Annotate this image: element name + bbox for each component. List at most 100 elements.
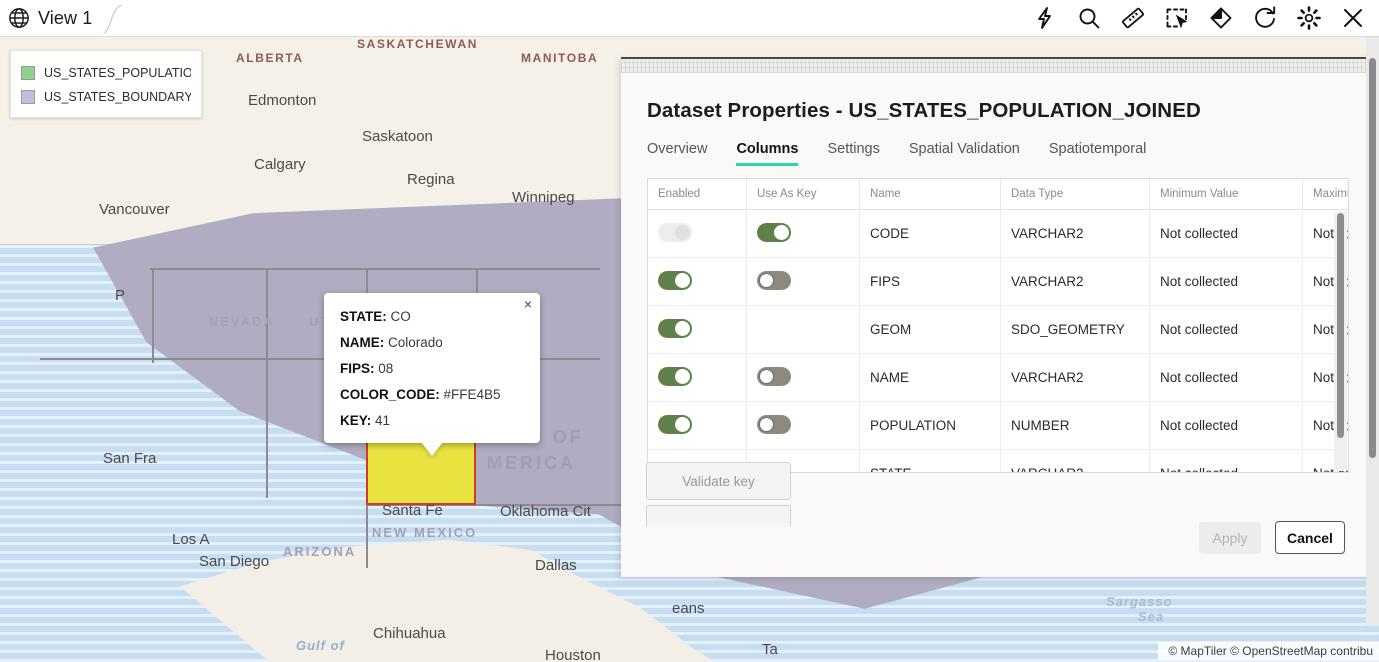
- apply-button[interactable]: Apply: [1199, 521, 1261, 554]
- use-as-key-cell[interactable]: [746, 401, 860, 450]
- attribute-value: CO: [386, 309, 411, 324]
- legend-swatch: [21, 90, 35, 104]
- table-row[interactable]: NAMEVARCHAR2Not collectedNot collected: [648, 353, 1348, 402]
- table-row[interactable]: GEOMSDO_GEOMETRYNot collectedNot collect…: [648, 305, 1348, 354]
- page-scrollbar[interactable]: [1366, 36, 1379, 626]
- refresh-icon[interactable]: [1253, 6, 1277, 30]
- table-scrollbar-thumb[interactable]: [1337, 213, 1344, 438]
- validate-key-button[interactable]: Validate key: [646, 462, 791, 500]
- minimum-value-cell: Not collected: [1149, 209, 1303, 258]
- minimum-value-cell: Not collected: [1149, 449, 1303, 472]
- toggle-knob: [675, 272, 690, 288]
- toggle-knob: [774, 224, 789, 240]
- use-as-key-toggle[interactable]: [757, 366, 791, 386]
- view-tab-label[interactable]: View 1: [38, 8, 92, 29]
- column-header[interactable]: Name: [859, 179, 1001, 210]
- data-type-cell: SDO_GEOMETRY: [1000, 305, 1150, 354]
- attribute-key: STATE:: [340, 309, 387, 324]
- search-icon[interactable]: [1077, 6, 1101, 30]
- state-boundary-line: [152, 268, 154, 363]
- globe-icon: [8, 7, 30, 29]
- columns-table: Enabled Use As Key Name Data Type Minimum Va…: [648, 179, 1348, 472]
- column-header[interactable]: Data Type: [1000, 179, 1150, 210]
- table-row[interactable]: FIPSVARCHAR2Not collectedNot collected: [648, 257, 1348, 306]
- column-name-cell: GEOM: [859, 305, 1001, 354]
- map-legend[interactable]: US_STATES_POPULATIO... US_STATES_BOUNDAR…: [10, 50, 202, 118]
- attribute-key: KEY:: [340, 412, 372, 428]
- enabled-toggle[interactable]: [658, 414, 692, 434]
- dialog-title: Dataset Properties - US_STATES_POPULATIO…: [647, 99, 1201, 122]
- tab-spatiotemporal[interactable]: Spatiotemporal: [1049, 141, 1147, 166]
- map-attribution[interactable]: © MapTiler © OpenStreetMap contribu: [1158, 642, 1379, 660]
- tab-overview[interactable]: Overview: [647, 141, 707, 166]
- use-as-key-cell[interactable]: [746, 257, 860, 306]
- column-header[interactable]: Minimum Value: [1149, 179, 1303, 210]
- table-body: CODEVARCHAR2Not collectedNot collectedFI…: [648, 209, 1348, 472]
- close-icon[interactable]: ×: [524, 297, 532, 311]
- toggle-knob: [675, 416, 690, 432]
- attribute-key: NAME:: [340, 334, 385, 350]
- attribute-value: 41: [371, 412, 391, 428]
- use-as-key-toggle[interactable]: [757, 270, 791, 290]
- data-type-cell: VARCHAR2: [1000, 353, 1150, 402]
- marquee-select-icon[interactable]: [1165, 6, 1189, 30]
- enabled-toggle[interactable]: [658, 270, 692, 290]
- enabled-cell[interactable]: [648, 257, 747, 306]
- dataset-properties-dialog[interactable]: Dataset Properties - US_STATES_POPULATIO…: [621, 57, 1379, 577]
- gear-icon[interactable]: [1297, 6, 1321, 30]
- cancel-button[interactable]: Cancel: [1275, 521, 1345, 554]
- secondary-button-partial[interactable]: [646, 505, 791, 527]
- measure-ruler-icon[interactable]: [1121, 6, 1145, 30]
- enabled-toggle: [658, 222, 692, 242]
- attribute-key: COLOR_CODE:: [340, 386, 440, 402]
- legend-item[interactable]: US_STATES_BOUNDARY: [21, 90, 191, 104]
- use-as-key-toggle[interactable]: [757, 222, 791, 242]
- enabled-toggle[interactable]: [658, 318, 692, 338]
- columns-table-container[interactable]: Enabled Use As Key Name Data Type Minimum Va…: [647, 178, 1349, 473]
- column-name-cell: POPULATION: [859, 401, 1001, 450]
- tab-columns[interactable]: Columns: [736, 141, 799, 166]
- feature-attribute-list: STATE: CO NAME: Colorado FIPS: 08 COLOR_COD…: [340, 309, 524, 429]
- use-as-key-cell[interactable]: [746, 209, 860, 258]
- page-scrollbar-thumb[interactable]: [1369, 58, 1376, 458]
- state-boundary-line: [150, 268, 600, 270]
- feature-attribute-row: NAME: Colorado: [340, 335, 524, 352]
- column-header[interactable]: Enabled: [648, 179, 747, 210]
- enabled-cell[interactable]: [648, 401, 747, 450]
- toggle-knob: [675, 368, 690, 384]
- table-row[interactable]: POPULATIONNUMBERNot collectedNot collect…: [648, 401, 1348, 450]
- column-name-cell: FIPS: [859, 257, 1001, 306]
- minimum-value-cell: Not collected: [1149, 257, 1303, 306]
- tab-curve-decoration: [102, 3, 124, 33]
- eraser-icon[interactable]: [1209, 6, 1233, 30]
- minimum-value-cell: Not collected: [1149, 353, 1303, 402]
- toggle-knob: [759, 272, 774, 288]
- tab-spatial-validation[interactable]: Spatial Validation: [909, 141, 1020, 166]
- feature-attribute-row: STATE: CO: [340, 309, 524, 326]
- column-header[interactable]: Use As Key: [746, 179, 860, 210]
- attribute-value: Colorado: [384, 334, 443, 350]
- column-name-cell: STATE: [859, 449, 1001, 472]
- close-icon[interactable]: [1341, 6, 1365, 30]
- lightning-icon[interactable]: [1033, 6, 1057, 30]
- table-row[interactable]: CODEVARCHAR2Not collectedNot collected: [648, 209, 1348, 258]
- feature-info-popup[interactable]: × STATE: CO NAME: Colorado FIPS: 08 COLOR_C…: [324, 293, 540, 457]
- attribute-value: #FFE4B5: [439, 386, 501, 402]
- legend-item[interactable]: US_STATES_POPULATIO...: [21, 66, 191, 80]
- enabled-cell[interactable]: [648, 305, 747, 354]
- data-type-cell: VARCHAR2: [1000, 449, 1150, 472]
- legend-item-label: US_STATES_BOUNDARY: [44, 90, 191, 104]
- column-header[interactable]: Maximum Value: [1302, 179, 1348, 210]
- popup-tail: [421, 442, 443, 457]
- enabled-cell[interactable]: [648, 209, 747, 258]
- use-as-key-toggle[interactable]: [757, 414, 791, 434]
- toggle-knob: [759, 416, 774, 432]
- use-as-key-cell[interactable]: [746, 353, 860, 402]
- use-as-key-cell[interactable]: [746, 305, 860, 354]
- toggle-knob: [675, 320, 690, 336]
- table-scrollbar[interactable]: [1334, 211, 1347, 471]
- tab-settings[interactable]: Settings: [827, 141, 879, 166]
- dialog-tabs[interactable]: Overview Columns Settings Spatial Validatio…: [647, 141, 1146, 166]
- enabled-toggle[interactable]: [658, 366, 692, 386]
- enabled-cell[interactable]: [648, 353, 747, 402]
